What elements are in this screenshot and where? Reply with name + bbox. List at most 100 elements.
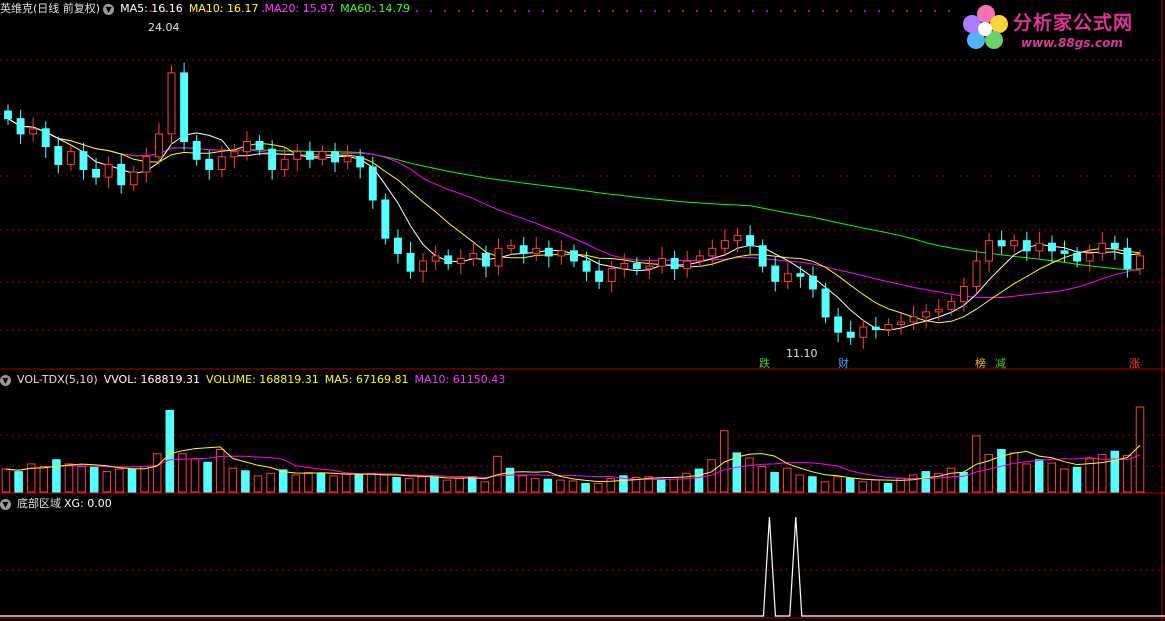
volume-bar xyxy=(442,479,452,493)
candle-body xyxy=(41,128,50,148)
event-tag[interactable]: 榜 xyxy=(973,357,988,370)
vol-ma5-readout: MA5: 67169.81 xyxy=(324,373,409,386)
event-tag[interactable]: 跌 xyxy=(757,357,772,370)
candle-body xyxy=(180,72,189,143)
header-dot xyxy=(822,10,824,12)
volume-bar xyxy=(1034,459,1044,493)
settings-circle-icon[interactable]: ▼ xyxy=(0,374,11,386)
candle-body xyxy=(620,263,629,270)
candle-body xyxy=(66,151,75,165)
header-dot xyxy=(794,10,796,12)
volume-bar xyxy=(127,468,137,493)
header-dot xyxy=(486,10,488,12)
volume-bar xyxy=(203,461,212,493)
vol-title[interactable]: VOL-TDX(5,10) xyxy=(17,373,98,386)
header-dot xyxy=(780,10,782,12)
candle-body xyxy=(1110,242,1119,249)
candle-body xyxy=(381,199,390,239)
candle-body xyxy=(1022,240,1031,252)
candle-body xyxy=(305,151,314,160)
candle-body xyxy=(607,268,616,282)
header-dot xyxy=(542,10,544,12)
candle-body xyxy=(733,235,742,242)
volume-bar xyxy=(1110,450,1120,493)
candle-body xyxy=(909,316,918,323)
header-dot xyxy=(682,10,684,12)
header-dot xyxy=(612,10,614,12)
candle-body xyxy=(746,235,755,247)
header-dot xyxy=(696,10,698,12)
candle-body xyxy=(456,257,465,265)
volume-bar xyxy=(14,471,23,493)
low-price-label: 11.10 xyxy=(786,347,818,360)
candle-body xyxy=(29,128,38,135)
candle-body xyxy=(331,151,339,163)
candle-body xyxy=(695,255,704,262)
candle-body xyxy=(985,240,994,262)
event-tag[interactable]: 财 xyxy=(836,357,851,370)
volume-bar xyxy=(266,472,275,493)
header-dot xyxy=(710,10,712,12)
indicator-title[interactable]: 底部区域 xyxy=(17,497,61,510)
volume-bar xyxy=(770,471,779,493)
candle-body xyxy=(406,252,415,272)
header-dot xyxy=(458,10,460,12)
logo-url: www.88gs.com xyxy=(1021,36,1123,50)
candle-body xyxy=(318,151,327,160)
volume-bar xyxy=(354,474,364,493)
candle-body xyxy=(834,316,843,333)
header-dot xyxy=(668,10,670,12)
volume-bar xyxy=(732,452,742,493)
volume-bar xyxy=(808,476,817,493)
candle-body xyxy=(670,257,679,270)
volume-bar xyxy=(417,476,427,493)
volume-bar xyxy=(480,481,490,493)
header-dot xyxy=(836,10,838,12)
header-dot xyxy=(934,10,936,12)
volume-bar xyxy=(215,449,225,493)
candle-body xyxy=(494,247,503,267)
volume-bar xyxy=(379,474,389,493)
header-dot xyxy=(570,10,572,12)
candle-body xyxy=(117,163,126,186)
volume-bar xyxy=(556,479,565,493)
volume-bars xyxy=(1,406,1145,493)
volume-bar xyxy=(581,483,590,493)
volume-bar xyxy=(871,479,880,493)
volume-bar xyxy=(795,474,805,493)
candle-body xyxy=(79,151,88,170)
candle-body xyxy=(683,260,692,270)
candle-body xyxy=(544,247,553,257)
candle-body xyxy=(1047,242,1056,252)
candle-body xyxy=(268,148,277,170)
volume-bar xyxy=(883,483,893,493)
vol-ma10-line xyxy=(5,454,1141,481)
candle-body xyxy=(658,257,667,267)
settings-circle-icon[interactable]: ▼ xyxy=(0,498,11,510)
candle-body xyxy=(972,260,981,287)
candle-body xyxy=(582,260,591,272)
vvol-readout: VVOL: 168819.31 xyxy=(103,373,201,386)
event-tag[interactable]: 涨 xyxy=(1127,357,1142,370)
volume-bar xyxy=(329,475,338,493)
volume-bar xyxy=(404,477,414,493)
header-dot xyxy=(948,10,950,12)
volume-bar xyxy=(64,463,74,493)
volume-bar xyxy=(593,483,603,493)
volume-bar xyxy=(253,475,263,493)
volume-bar xyxy=(430,476,439,493)
header-dot xyxy=(892,10,894,12)
event-tag[interactable]: 减 xyxy=(993,357,1008,370)
candle-body xyxy=(1136,255,1144,270)
candle-body xyxy=(922,311,931,318)
candle-body xyxy=(92,168,101,178)
volume-bar xyxy=(694,468,704,493)
ma5-line xyxy=(7,118,1141,331)
candlestick-series xyxy=(4,62,1144,349)
settings-circle-icon[interactable]: ▼ xyxy=(103,3,115,15)
candle-body xyxy=(217,156,226,170)
header-dot xyxy=(808,10,810,12)
stock-title[interactable]: 英维克(日线 前复权) xyxy=(0,2,100,15)
volume-bar xyxy=(745,457,754,493)
ma20-readout: MA20: 15.97 xyxy=(264,2,335,15)
